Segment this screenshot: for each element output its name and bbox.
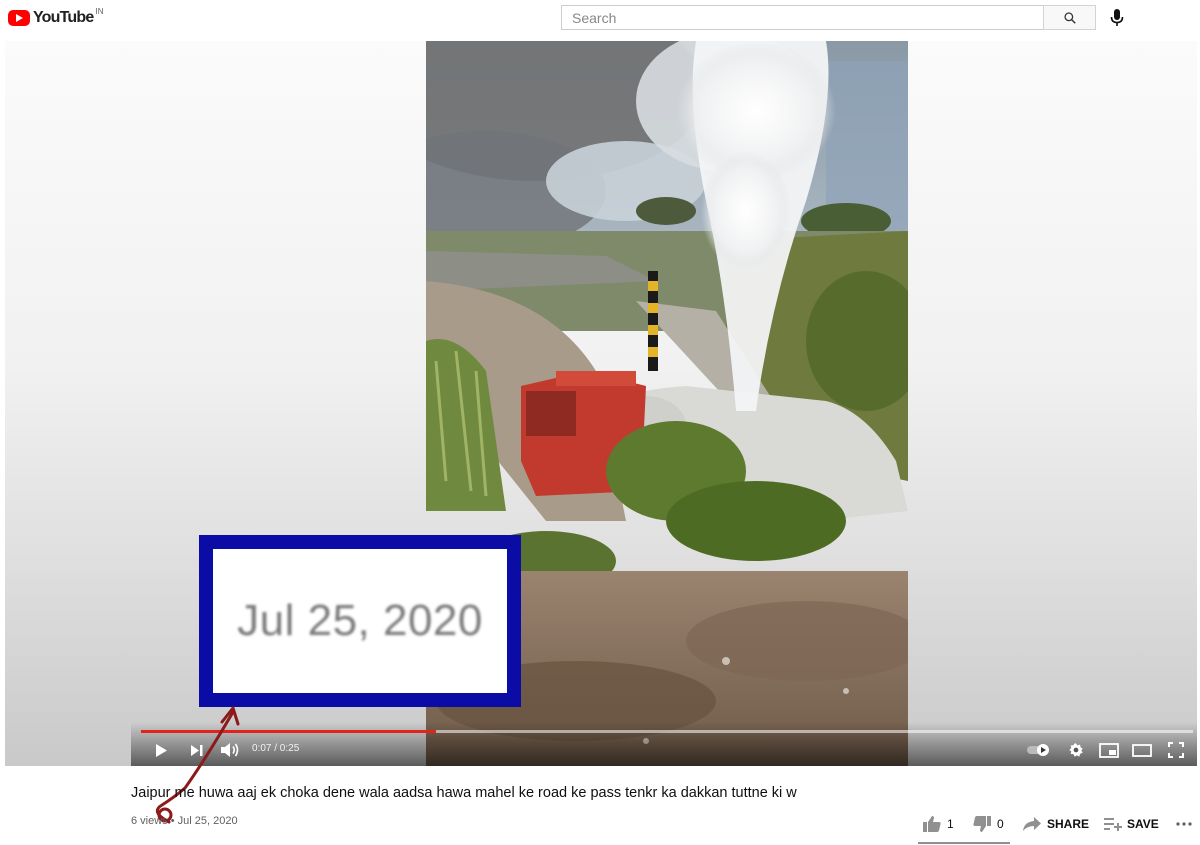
time-display: 0:07 / 0:25 <box>252 743 300 754</box>
microphone-icon <box>1110 9 1124 26</box>
search-box <box>561 5 1043 30</box>
progress-bar[interactable] <box>141 730 1193 733</box>
share-button[interactable]: SHARE <box>1022 813 1089 835</box>
settings-button[interactable] <box>1066 740 1086 760</box>
search-button[interactable] <box>1043 5 1096 30</box>
zoomed-date-text: Jul 25, 2020 <box>237 596 483 645</box>
video-meta: 6 views • Jul 25, 2020 <box>131 815 238 827</box>
date-zoom-callout: Jul 25, 2020 <box>199 535 521 707</box>
upload-date: Jul 25, 2020 <box>177 815 238 827</box>
meta-separator: • <box>170 815 175 827</box>
theater-mode-button[interactable] <box>1131 740 1153 760</box>
volume-button[interactable] <box>219 740 241 760</box>
autoplay-toggle-icon <box>1027 744 1049 756</box>
share-icon <box>1023 817 1041 831</box>
thumbs-down-icon <box>973 816 991 832</box>
miniplayer-icon <box>1099 742 1119 758</box>
more-actions-button[interactable] <box>1176 813 1192 835</box>
add-to-playlist-icon <box>1104 818 1122 831</box>
date-zoom-inner: Jul 25, 2020 <box>213 549 507 693</box>
search-input[interactable] <box>562 6 1043 29</box>
next-icon <box>191 744 203 756</box>
youtube-play-icon <box>8 10 30 26</box>
like-button[interactable]: 1 <box>922 813 954 835</box>
autoplay-toggle[interactable] <box>1025 740 1053 760</box>
fullscreen-button[interactable] <box>1166 740 1186 760</box>
country-code: IN <box>95 6 104 16</box>
theater-icon <box>1132 743 1152 757</box>
progress-played <box>141 730 436 733</box>
next-button[interactable] <box>187 740 207 760</box>
save-label: SAVE <box>1127 817 1159 831</box>
more-horizontal-icon <box>1176 822 1192 826</box>
volume-icon <box>221 743 239 757</box>
logo-text: YouTube <box>33 9 94 26</box>
fullscreen-icon <box>1168 742 1184 758</box>
youtube-logo[interactable]: YouTube IN <box>8 6 104 27</box>
dislike-button[interactable]: 0 <box>972 813 1004 835</box>
like-count: 1 <box>947 817 954 831</box>
share-label: SHARE <box>1047 817 1090 831</box>
sentiment-bar <box>918 842 1010 844</box>
play-button[interactable] <box>151 740 171 760</box>
view-count: 6 views <box>131 815 168 827</box>
video-title: Jaipur me huwa aaj ek choka dene wala aa… <box>131 785 797 801</box>
miniplayer-button[interactable] <box>1098 740 1120 760</box>
voice-search-button[interactable] <box>1107 8 1127 28</box>
masthead: YouTube IN <box>0 0 1200 40</box>
save-button[interactable]: SAVE <box>1104 813 1159 835</box>
gear-icon <box>1069 743 1083 757</box>
search-icon <box>1063 11 1076 24</box>
thumbs-up-icon <box>923 816 941 832</box>
play-icon <box>156 743 167 757</box>
dislike-count: 0 <box>997 817 1004 831</box>
